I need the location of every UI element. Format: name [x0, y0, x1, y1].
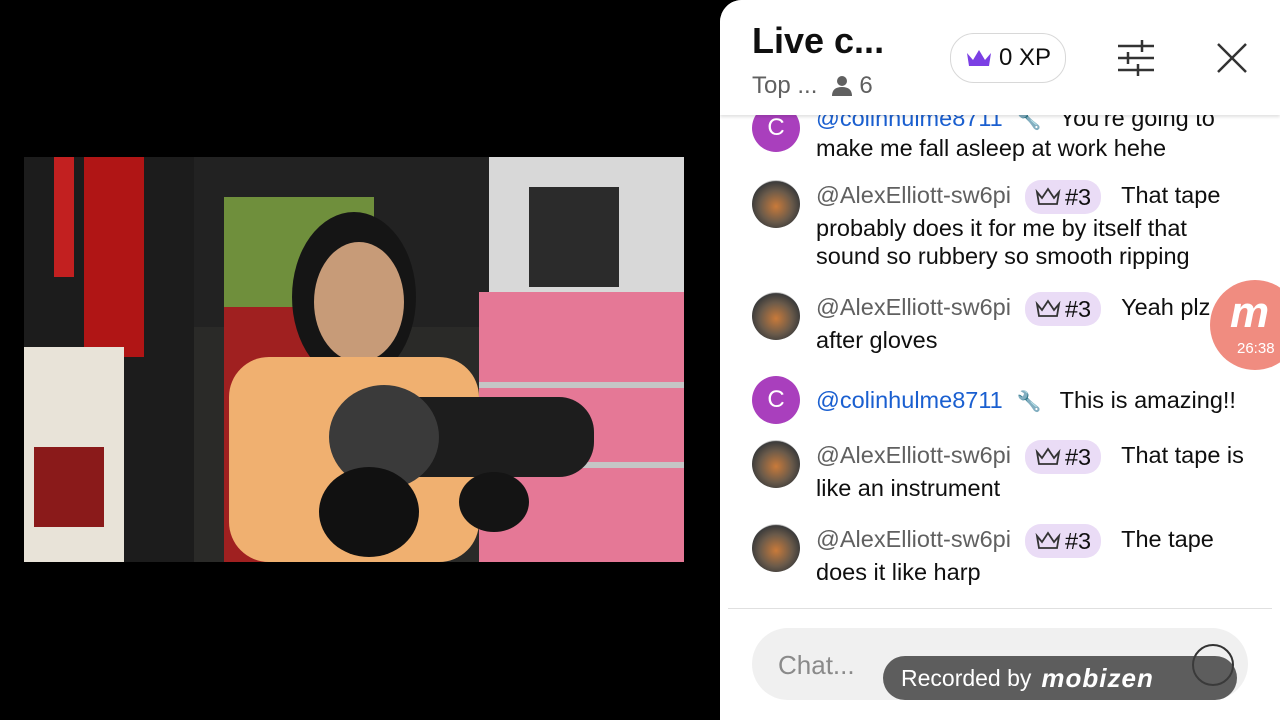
chat-message-list[interactable]: C @colinhulme8711 🔧 You're going to make m…	[720, 100, 1280, 610]
message-body: @AlexElliott-sw6pi #3 That tape is like an…	[816, 440, 1256, 502]
author-name[interactable]: @AlexElliott-sw6pi	[816, 442, 1011, 468]
badge-rank: #3	[1064, 184, 1092, 210]
member-badge: #3	[1024, 440, 1102, 474]
author-name[interactable]: @AlexElliott-sw6pi	[816, 526, 1011, 552]
viewer-count: 6	[831, 72, 873, 100]
badge-rank: #3	[1064, 444, 1092, 470]
chat-title: Live c...	[752, 20, 885, 61]
recording-timer: 26:38	[1237, 340, 1275, 357]
recorded-by-watermark: Recorded by mobizen	[883, 656, 1237, 700]
recorded-by-label: Recorded by	[901, 664, 1032, 691]
avatar[interactable]	[752, 440, 800, 488]
chat-mode-label: Top ...	[752, 72, 818, 99]
badge-rank: #3	[1064, 528, 1092, 554]
badge-rank: #3	[1064, 296, 1092, 322]
avatar-letter: C	[767, 386, 785, 413]
message-body: @AlexElliott-sw6pi #3 The tape does it lik…	[816, 524, 1256, 586]
member-badge: #3	[1024, 180, 1102, 214]
live-chat-panel: Live c... Top ... 6 0 XP C @colinhulme87…	[720, 0, 1280, 720]
recorder-bubble-logo: m	[1230, 288, 1270, 337]
viewer-count-value: 6	[859, 72, 873, 99]
crown-icon	[1035, 447, 1061, 465]
chat-header: Live c... Top ... 6 0 XP	[720, 0, 1280, 115]
crown-icon	[1035, 299, 1061, 317]
author-name[interactable]: @AlexElliott-sw6pi	[816, 294, 1011, 320]
member-badge: #3	[1024, 292, 1102, 326]
wrench-icon: 🔧	[1016, 391, 1042, 413]
member-badge: #3	[1024, 524, 1102, 558]
avatar-letter: C	[767, 114, 785, 141]
crown-icon	[1035, 531, 1061, 549]
chat-mode-selector[interactable]: Top ... 6	[752, 72, 873, 100]
close-icon[interactable]	[1212, 38, 1252, 78]
recorder-brand: mobizen	[1041, 662, 1154, 693]
video-player[interactable]	[24, 157, 684, 562]
author-name[interactable]: @AlexElliott-sw6pi	[816, 182, 1011, 208]
person-icon	[832, 76, 853, 96]
video-frame-image	[24, 157, 684, 562]
avatar[interactable]	[752, 524, 800, 572]
xp-button[interactable]: 0 XP	[950, 33, 1067, 83]
author-name[interactable]: @colinhulme8711	[816, 387, 1003, 413]
message-body: @AlexElliott-sw6pi #3 That tape probably d…	[816, 180, 1256, 270]
video-area[interactable]	[0, 0, 720, 720]
crown-icon	[1035, 187, 1061, 205]
avatar[interactable]	[752, 180, 800, 228]
sliders-icon[interactable]	[1116, 38, 1156, 78]
divider	[728, 608, 1272, 609]
avatar[interactable]: C	[752, 376, 800, 424]
message-body: @AlexElliott-sw6pi #3 Yeah plz after glove…	[816, 292, 1256, 354]
message-body: @colinhulme8711 🔧 This is amazing!!	[816, 386, 1256, 416]
xp-label: 0 XP	[999, 44, 1052, 71]
avatar[interactable]	[752, 292, 800, 340]
crown-icon	[967, 50, 991, 66]
message-text: This is amazing!!	[1059, 387, 1236, 413]
